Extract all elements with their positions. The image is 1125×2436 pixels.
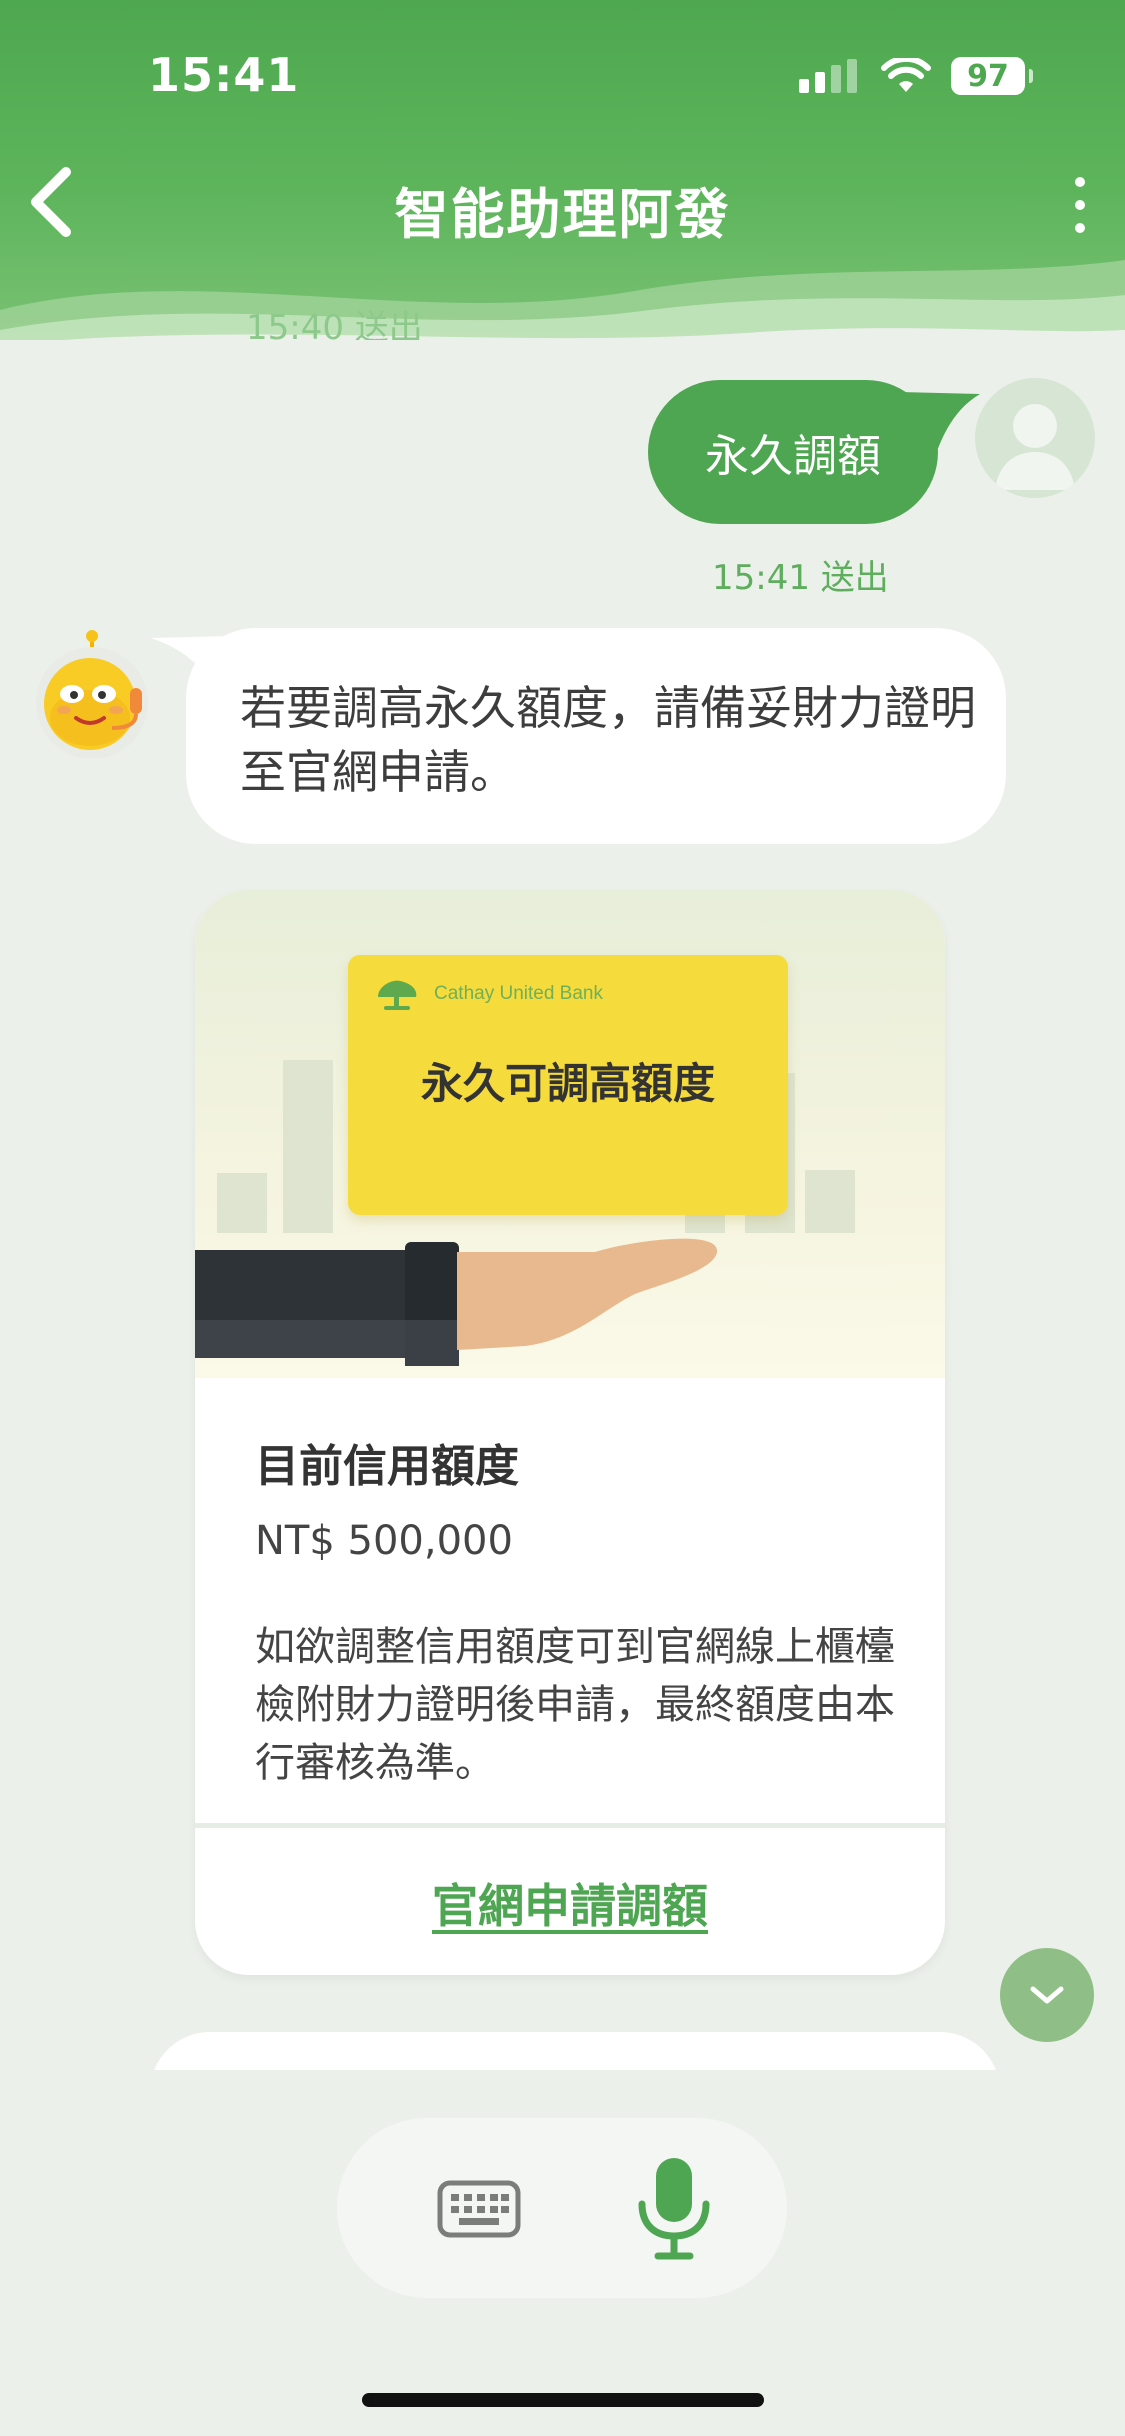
card-graphic-title: 永久可調高額度 [420, 1059, 715, 1108]
status-time: 15:41 [148, 48, 300, 102]
bot-avatar [36, 630, 148, 758]
wifi-icon [881, 58, 931, 92]
card-divider [195, 1823, 945, 1828]
credit-limit-amount: NT$ 500,000 [255, 1518, 513, 1564]
bank-tree-logo-icon [378, 980, 417, 1010]
cellular-signal-icon [799, 59, 857, 93]
card-heading: 目前信用額度 [255, 1441, 519, 1492]
microphone-icon[interactable] [634, 2156, 714, 2262]
credit-limit-card: Cathay United Bank 永久可調高額度 目前信用額度 NT$ 50… [195, 890, 945, 1975]
previous-message-timestamp: 15:40 送出 [246, 308, 423, 340]
user-message-timestamp: 15:41 送出 [712, 558, 889, 598]
user-avatar-icon [995, 404, 1075, 490]
user-avatar [975, 378, 1095, 498]
user-message-text: 永久調額 [705, 431, 881, 482]
keyboard-icon[interactable] [437, 2180, 521, 2238]
user-bubble-tail [900, 392, 980, 470]
header: 15:41 97 智能助理阿發 15:40 送出 [0, 0, 1125, 340]
scroll-down-button[interactable] [1000, 1948, 1094, 2042]
page-title: 智能助理阿發 [394, 183, 731, 246]
home-indicator [362, 2393, 764, 2407]
bot-message-bubble: 若要調高永久額度，請備妥財力證明至官網申請。 [186, 628, 1006, 844]
bank-name: Cathay United Bank [434, 983, 603, 1004]
header-wave [0, 260, 1125, 340]
status-icons: 97 [799, 56, 1033, 96]
user-message-bubble: 永久調額 [648, 380, 938, 524]
credit-card-graphic: Cathay United Bank 永久可調高額度 [348, 955, 788, 1215]
card-description: 如欲調整信用額度可到官網線上櫃檯檢附財力證明後申請，最終額度由本行審核為準。 [255, 1624, 895, 1786]
card-illustration: Cathay United Bank 永久可調高額度 [195, 890, 945, 1378]
input-bar [337, 2118, 787, 2298]
more-vertical-icon[interactable] [1065, 170, 1095, 240]
battery-indicator: 97 [951, 57, 1033, 95]
chevron-down-icon [1030, 1986, 1064, 2004]
bot-message-text: 若要調高永久額度，請備妥財力證明至官網申請。 [240, 681, 976, 799]
apply-online-link[interactable]: 官網申請調額 [195, 1870, 945, 1936]
